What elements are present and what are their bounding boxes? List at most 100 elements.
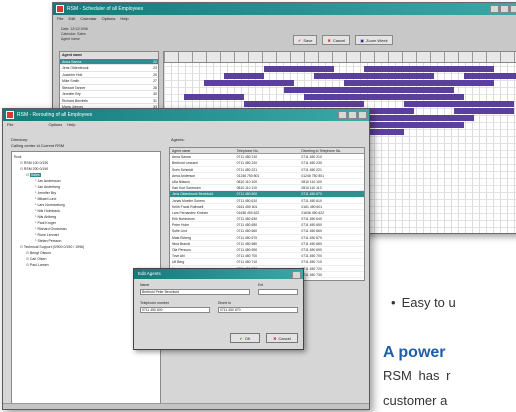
schedule-bar[interactable] — [404, 101, 514, 107]
menu-options[interactable]: Options — [48, 121, 62, 129]
column-agent-name[interactable]: Agent name — [170, 148, 235, 153]
scheduler-toolbar: ✔ Save ✖ Cancel ▣ Zoom Week — [293, 35, 393, 45]
agent-cell: Keith Frank Rothwell — [172, 204, 204, 209]
name-label: Name — [140, 283, 150, 287]
info-agent: Agent name — [61, 37, 80, 41]
menu-file[interactable]: File — [57, 15, 63, 23]
agent-cell: 0711 450 670 — [301, 235, 322, 240]
maximize-icon[interactable] — [500, 5, 509, 13]
schedule-bar[interactable] — [304, 94, 464, 100]
cancel-button[interactable]: ✖ Cancel — [266, 333, 298, 343]
body-text-line-2: customer a — [383, 393, 448, 408]
divert-field[interactable]: 0711 450 670 — [218, 307, 298, 313]
routing-menubar: File Options Help — [3, 121, 369, 129]
schedule-bar[interactable] — [284, 87, 454, 93]
cancel-button-label: Cancel — [278, 336, 291, 341]
agent-cell: 0711 450 221 — [301, 167, 322, 172]
cancel-button-label: Cancel — [332, 38, 346, 43]
close-icon[interactable] — [510, 5, 516, 13]
tree-node-label: Jan Anderberg — [37, 185, 61, 189]
menu-help[interactable]: Help — [120, 15, 128, 23]
menu-edit[interactable]: Edit — [68, 15, 75, 23]
agent-cell: 0711 450 640 — [301, 217, 322, 222]
agent-cell: 0711 450 680 — [301, 241, 322, 246]
agent-cell: 0711 450 210 — [301, 155, 322, 160]
dialog-titlebar[interactable]: Edit Agents — [134, 269, 303, 279]
zoom-week-button[interactable]: ▣ Zoom Week — [355, 35, 393, 45]
agent-cell: 0711 450 730 — [301, 272, 322, 277]
name-field[interactable]: Berthold Peter Berchtold — [140, 289, 250, 295]
scheduler-titlebar[interactable]: RSM - Scheduler of all Employees — [53, 3, 516, 15]
agent-column-header: Agent name — [62, 53, 83, 57]
agent-cell: 0711 450 720 — [301, 266, 322, 271]
maximize-icon[interactable] — [348, 111, 357, 119]
zoom-button-label: Zoom Week — [366, 38, 388, 43]
agent-cell: 0711 450 650 — [301, 223, 322, 228]
app-icon — [56, 5, 64, 13]
agent-cell: 01636 450 622 — [236, 210, 260, 215]
divert-label: Divert to — [218, 301, 232, 305]
edit-agent-dialog: Edit Agents Name Berthold Peter Berchtol… — [133, 268, 304, 350]
agent-cell: Karl Kurt Sorensen — [172, 186, 201, 191]
ext-cell: 25 — [153, 72, 157, 77]
minimize-icon[interactable] — [338, 111, 347, 119]
minimize-icon[interactable] — [490, 5, 499, 13]
agent-cell: 0711 450 660 — [236, 229, 258, 234]
scheduler-menubar: File Edit Calendar Options Help — [53, 15, 516, 23]
bullet-text: Easy to u — [401, 295, 456, 310]
schedule-bar[interactable] — [454, 108, 514, 114]
routing-window: RSM - Rerouting of all Employees File Op… — [2, 108, 370, 410]
schedule-bar[interactable] — [244, 101, 364, 107]
tree-node-label: RSM 100 0/190 — [23, 161, 49, 165]
close-icon[interactable] — [358, 111, 367, 119]
agent-name-cell: Richard Bernfels — [62, 98, 88, 103]
schedule-bar[interactable] — [224, 73, 264, 79]
menu-file[interactable]: File — [7, 121, 13, 129]
phone-field[interactable]: 0711 450 600 — [140, 307, 210, 313]
bullet-icon: • — [391, 295, 396, 310]
tree-node-label: Paul Kruger — [37, 221, 56, 225]
ext-cell: 31 — [153, 98, 157, 103]
agent-name-cell: Mike Smith — [62, 79, 80, 83]
agent-cell: Sven Schmidt — [172, 167, 193, 172]
feature-bullet: • Easy to u — [391, 295, 456, 310]
schedule-bar[interactable] — [314, 73, 434, 79]
agent-cell: 0711 450 700 — [236, 254, 258, 259]
tree-node-label: Mikael Lund — [37, 197, 57, 201]
schedule-bar[interactable] — [184, 94, 244, 100]
scheduler-info: Date: 12/12/1996 Calendar: Sales Agent n… — [61, 27, 88, 42]
schedule-bar[interactable] — [204, 80, 294, 86]
check-icon: ✔ — [298, 38, 302, 43]
agent-cell: Mats Ekberg — [172, 235, 192, 240]
tree-node-label: Root — [14, 155, 22, 159]
agent-name-cell: Jens Oldenbrook — [62, 66, 89, 70]
menu-help[interactable]: Help — [67, 121, 75, 129]
ext-cell: 23 — [153, 66, 157, 70]
menu-options[interactable]: Options — [102, 15, 116, 23]
zoom-icon: ▣ — [360, 38, 365, 43]
column-diverting[interactable]: Diverting to Telephone No. — [299, 148, 364, 153]
agent-cell: Tove Ahl — [172, 254, 185, 259]
phone-label: Telephone number — [140, 301, 169, 305]
schedule-bar[interactable] — [364, 122, 464, 128]
schedule-bar[interactable] — [264, 66, 334, 72]
dialog-title: Edit Agents — [138, 271, 161, 276]
routing-titlebar[interactable]: RSM - Rerouting of all Employees — [3, 109, 369, 121]
schedule-bar[interactable] — [464, 73, 516, 79]
cancel-button[interactable]: ✖ Cancel — [322, 35, 351, 45]
agent-cell: Sofie Lind — [172, 229, 188, 234]
save-button[interactable]: ✔ Save — [293, 35, 318, 45]
schedule-bar[interactable] — [344, 80, 494, 86]
agent-cell: Anna Sanna — [172, 155, 191, 160]
ext-field[interactable] — [258, 289, 298, 295]
agent-cell: Nina Brandt — [172, 241, 190, 246]
column-telephone[interactable]: Telephone No. — [235, 148, 300, 153]
menu-calendar[interactable]: Calendar — [80, 15, 96, 23]
ok-button[interactable]: ✔ OK — [230, 333, 260, 343]
tree-node-label: Technical Support (0/900 0/190 / 1996) — [23, 245, 85, 249]
save-button-label: Save — [303, 38, 313, 43]
window-controls — [338, 111, 367, 119]
schedule-bar[interactable] — [364, 66, 494, 72]
close-icon[interactable] — [292, 271, 301, 279]
tree-node-label: Sales — [29, 173, 41, 177]
